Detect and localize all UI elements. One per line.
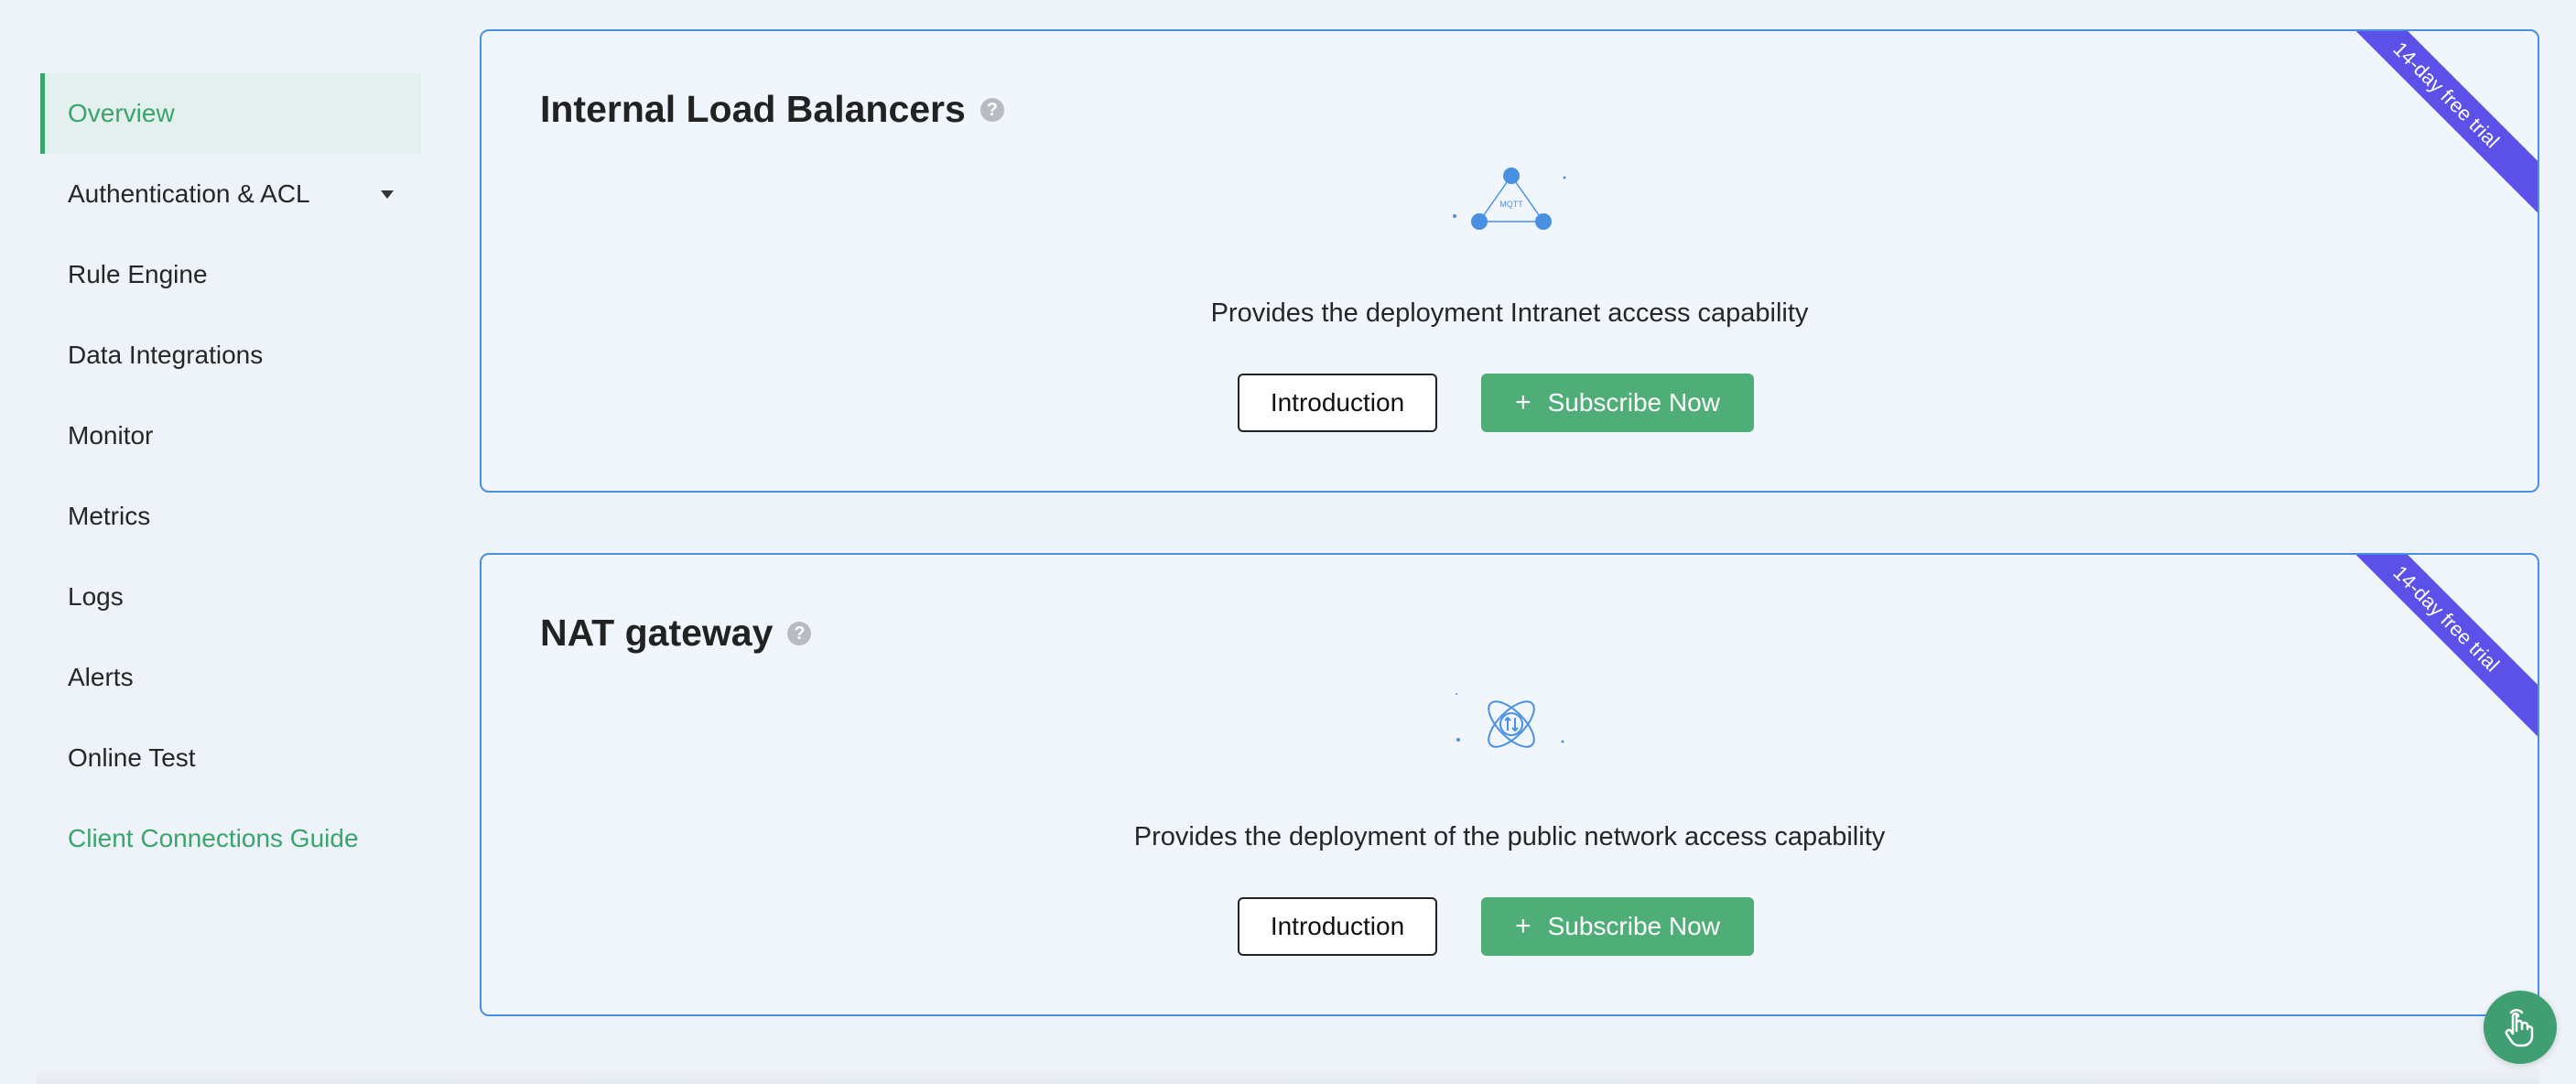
subscribe-now-label: Subscribe Now — [1547, 912, 1720, 940]
caret-down-icon — [381, 190, 394, 199]
mqtt-network-icon: MQTT — [1453, 168, 1566, 230]
sidebar-item-monitor[interactable]: Monitor — [40, 396, 421, 476]
sidebar-item-overview[interactable]: Overview — [40, 73, 421, 154]
sidebar-item-label: Alerts — [68, 663, 134, 691]
introduction-button[interactable]: Introduction — [1238, 374, 1437, 432]
introduction-button-label: Introduction — [1270, 912, 1405, 940]
sidebar-item-label: Authentication & ACL — [68, 179, 310, 208]
mqtt-label: MQTT — [1499, 200, 1523, 209]
card-description: Provides the deployment Intranet access … — [1210, 298, 1809, 328]
help-icon[interactable]: ? — [787, 621, 812, 645]
sidebar-item-label: Overview — [68, 99, 175, 127]
card-description: Provides the deployment of the public ne… — [1133, 822, 1886, 851]
sidebar-item-label: Client Connections Guide — [68, 824, 359, 852]
free-trial-ribbon: 14-day free trial — [2322, 31, 2538, 219]
free-trial-ribbon: 14-day free trial — [2322, 555, 2538, 743]
sidebar-item-label: Logs — [68, 582, 124, 611]
card-title: Internal Load Balancers ? — [540, 88, 1004, 131]
sidebar-item-authentication-acl[interactable]: Authentication & ACL — [40, 154, 421, 234]
sidebar-item-label: Data Integrations — [68, 341, 264, 369]
bottom-shadow — [37, 1066, 2539, 1084]
sidebar-item-metrics[interactable]: Metrics — [40, 476, 421, 557]
sidebar-item-label: Online Test — [68, 743, 196, 772]
help-float-button[interactable] — [2484, 991, 2557, 1064]
nat-gateway-icon — [1456, 693, 1564, 748]
sidebar-item-rule-engine[interactable]: Rule Engine — [40, 234, 421, 315]
subscribe-now-label: Subscribe Now — [1547, 388, 1720, 417]
subscribe-now-button[interactable]: + Subscribe Now — [1481, 897, 1754, 956]
sidebar-item-online-test[interactable]: Online Test — [40, 718, 421, 798]
plus-icon: + — [1515, 387, 1532, 417]
subscribe-now-button[interactable]: + Subscribe Now — [1481, 374, 1754, 432]
card-title-text: NAT gateway — [540, 612, 774, 654]
sidebar-item-label: Monitor — [68, 421, 154, 450]
sidebar-item-label: Metrics — [68, 502, 151, 530]
sidebar-item-logs[interactable]: Logs — [40, 557, 421, 637]
help-icon[interactable]: ? — [980, 97, 1004, 122]
sidebar: Overview Authentication & ACL Rule Engin… — [40, 73, 421, 879]
nat-gateway-card: NAT gateway ? Provides the deployment of… — [480, 553, 2539, 1016]
card-title: NAT gateway ? — [540, 612, 812, 655]
hand-pointer-icon — [2505, 1009, 2534, 1047]
introduction-button-label: Introduction — [1270, 388, 1405, 417]
card-title-text: Internal Load Balancers — [540, 88, 966, 130]
sidebar-item-alerts[interactable]: Alerts — [40, 637, 421, 718]
card-actions: Introduction + Subscribe Now — [482, 374, 2538, 432]
card-actions: Introduction + Subscribe Now — [482, 897, 2538, 956]
internal-load-balancers-card: Internal Load Balancers ? MQTT Provides … — [480, 29, 2539, 493]
introduction-button[interactable]: Introduction — [1238, 897, 1437, 956]
plus-icon: + — [1515, 911, 1532, 941]
sidebar-item-data-integrations[interactable]: Data Integrations — [40, 315, 421, 396]
sidebar-item-client-connections-guide[interactable]: Client Connections Guide — [40, 798, 421, 879]
sidebar-item-label: Rule Engine — [68, 260, 208, 288]
